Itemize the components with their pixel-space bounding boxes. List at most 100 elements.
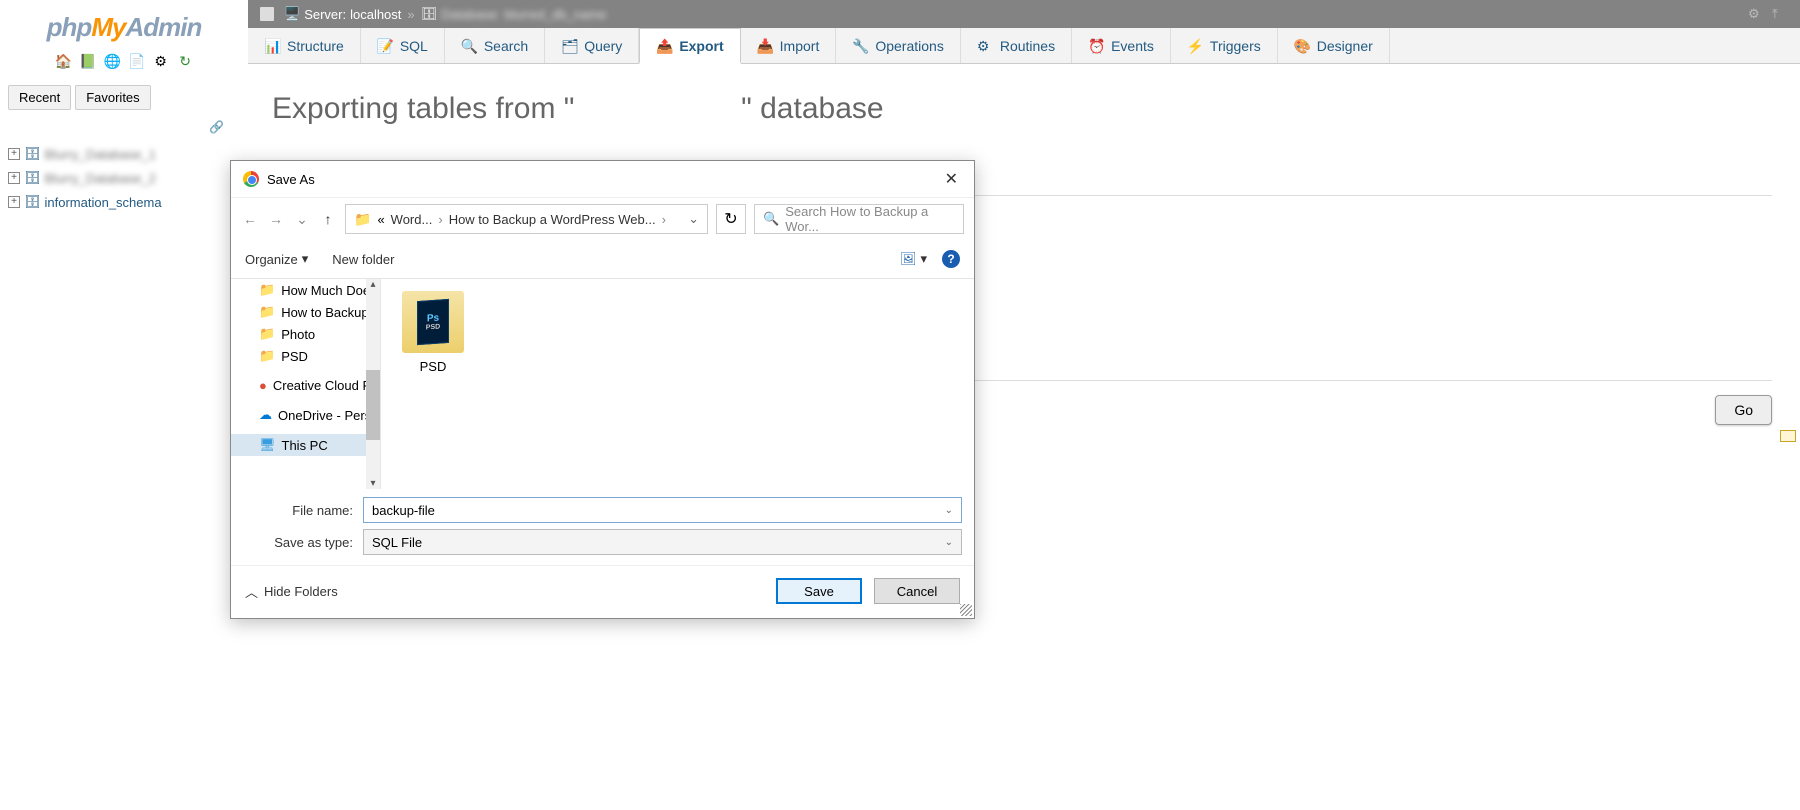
- tab-designer[interactable]: 🎨 Designer: [1278, 28, 1390, 63]
- collapse-sidebar-icon[interactable]: [260, 7, 274, 21]
- tree-item-this-pc[interactable]: 🖥This PC: [231, 434, 380, 456]
- search-box[interactable]: 🔍 Search How to Backup a Wor...: [754, 204, 964, 234]
- tab-routines[interactable]: ⚙Routines: [961, 28, 1072, 63]
- tree-item-label: PSD: [281, 349, 308, 364]
- path-crumb[interactable]: How to Backup a WordPress Web...: [449, 212, 656, 227]
- tab-import[interactable]: 📥Import: [741, 28, 837, 63]
- tab-sql[interactable]: 📝SQL: [361, 28, 445, 63]
- organize-button[interactable]: Organize ▾: [245, 251, 308, 267]
- db-value[interactable]: blurred_db_name: [504, 7, 606, 22]
- db-label: Blurry_Database_1: [45, 147, 156, 162]
- tab-search[interactable]: 🔍Search: [445, 28, 545, 63]
- sidebar: phpMyAdmin 🏠 📗 🌐 📄 ⚙ ↻ Recent Favorites …: [0, 0, 248, 810]
- tree-item[interactable]: 📁How to Backup: [231, 301, 380, 323]
- tree-item-creative-cloud[interactable]: ●Creative Cloud Files: [231, 375, 380, 396]
- tab-label: Events: [1111, 38, 1154, 54]
- server-value[interactable]: localhost: [350, 7, 401, 22]
- expand-icon[interactable]: +: [8, 196, 20, 208]
- back-arrow-icon[interactable]: ←: [241, 211, 259, 227]
- tab-events[interactable]: ⏰Events: [1072, 28, 1171, 63]
- organize-label: Organize: [245, 252, 298, 267]
- tab-export[interactable]: 📤Export: [639, 28, 740, 64]
- tree-item[interactable]: 📁How Much Does: [231, 279, 380, 301]
- path-dropdown-icon[interactable]: ⌄: [688, 211, 699, 227]
- new-folder-button[interactable]: New folder: [332, 252, 394, 267]
- chrome-icon: [243, 171, 259, 187]
- sidebar-tabs: Recent Favorites: [0, 81, 248, 114]
- tab-triggers[interactable]: ⚡Triggers: [1171, 28, 1278, 63]
- dialog-body: 📁How Much Does 📁How to Backup 📁Photo 📁 PS…: [231, 279, 974, 489]
- sidebar-icon-row: 🏠 📗 🌐 📄 ⚙ ↻: [0, 47, 248, 81]
- recent-dropdown-icon[interactable]: ⌄: [293, 211, 311, 228]
- reload-icon[interactable]: ↻: [177, 53, 193, 69]
- folder-icon: 📁: [259, 282, 275, 298]
- dialog-fields: File name: backup-file ⌄ Save as type: S…: [231, 489, 974, 565]
- chevron-up-icon: ︿: [245, 582, 258, 601]
- docs-icon[interactable]: 📄: [128, 53, 144, 69]
- scrollbar[interactable]: ▴ ▾: [366, 279, 380, 489]
- db-icon: 🗄: [24, 194, 41, 210]
- view-mode-button[interactable]: 🖼 ▾: [895, 248, 932, 270]
- close-icon[interactable]: ✕: [941, 169, 962, 189]
- save-type-value: SQL File: [372, 535, 422, 550]
- tree-item-onedrive[interactable]: ☁OneDrive - Personal: [231, 404, 380, 426]
- heading-suffix: " database: [741, 92, 883, 125]
- up-arrow-icon[interactable]: ↑: [319, 211, 337, 227]
- expand-icon[interactable]: +: [8, 172, 20, 184]
- globe-icon[interactable]: 🌐: [104, 53, 120, 69]
- file-item-label: PSD: [393, 359, 473, 374]
- designer-icon: 🎨: [1294, 38, 1310, 54]
- save-type-label: Save as type:: [243, 535, 363, 550]
- tab-label: Designer: [1317, 38, 1373, 54]
- resize-grip[interactable]: [960, 604, 972, 616]
- db-tree-item[interactable]: + 🗄 Blurry_Database_2: [8, 166, 240, 190]
- scroll-up-icon[interactable]: ▴: [366, 279, 380, 290]
- chevron-down-icon[interactable]: ⌄: [945, 537, 953, 548]
- tab-label: Routines: [1000, 38, 1055, 54]
- chevron-down-icon: ▾: [302, 251, 309, 267]
- scroll-down-icon[interactable]: ▾: [366, 478, 380, 489]
- query-icon: 🗂: [561, 38, 577, 54]
- hide-folders-toggle[interactable]: ︿ Hide Folders: [245, 582, 338, 601]
- collapse-up-icon[interactable]: ⤒: [1772, 6, 1788, 22]
- db-label: information_schema: [45, 195, 162, 210]
- help-icon[interactable]: ?: [942, 250, 960, 268]
- save-as-dialog: Save As ✕ ← → ⌄ ↑ 📁 « Word... › How to B…: [230, 160, 975, 619]
- path-box[interactable]: 📁 « Word... › How to Backup a WordPress …: [345, 204, 708, 234]
- home-icon[interactable]: 🏠: [55, 53, 71, 69]
- gear-icon[interactable]: ⚙: [1748, 6, 1764, 22]
- bookmark-icon[interactable]: [1780, 430, 1796, 442]
- tree-item[interactable]: 📁Photo: [231, 323, 380, 345]
- server-icon: 🖥️: [284, 6, 300, 22]
- refresh-button[interactable]: ↻: [716, 204, 746, 234]
- tab-query[interactable]: 🗂Query: [545, 28, 639, 63]
- go-button[interactable]: Go: [1715, 395, 1772, 425]
- dialog-title: Save As: [267, 172, 315, 187]
- search-icon: 🔍: [461, 38, 477, 54]
- db-tree-item[interactable]: + 🗄 information_schema: [8, 190, 240, 214]
- expand-icon[interactable]: +: [8, 148, 20, 160]
- tree-item[interactable]: 📁 PSD: [231, 345, 380, 367]
- cancel-button[interactable]: Cancel: [874, 578, 960, 604]
- tree-item-label: This PC: [282, 438, 328, 453]
- folder-icon: 📁: [259, 348, 275, 364]
- file-name-input[interactable]: backup-file ⌄: [363, 497, 962, 523]
- tab-favorites[interactable]: Favorites: [75, 85, 150, 110]
- file-area[interactable]: PsPSD PSD: [381, 279, 974, 489]
- gear-icon[interactable]: ⚙: [153, 53, 169, 69]
- path-crumb[interactable]: Word...: [391, 212, 433, 227]
- tab-operations[interactable]: 🔧Operations: [836, 28, 960, 63]
- logo-part-admin: Admin: [125, 12, 201, 42]
- file-item-psd[interactable]: PsPSD PSD: [393, 291, 473, 374]
- save-type-select[interactable]: SQL File ⌄: [363, 529, 962, 555]
- chevron-down-icon[interactable]: ⌄: [945, 505, 953, 516]
- exit-icon[interactable]: 📗: [79, 53, 95, 69]
- tab-structure[interactable]: 📊Structure: [248, 28, 361, 63]
- tab-recent[interactable]: Recent: [8, 85, 71, 110]
- nav-tabs: 📊Structure 📝SQL 🔍Search 🗂Query 📤Export 📥…: [248, 28, 1800, 64]
- scroll-thumb[interactable]: [366, 370, 380, 440]
- link-icon[interactable]: 🔗: [0, 114, 248, 142]
- forward-arrow-icon[interactable]: →: [267, 211, 285, 227]
- db-tree-item[interactable]: + 🗄 Blurry_Database_1: [8, 142, 240, 166]
- save-button[interactable]: Save: [776, 578, 862, 604]
